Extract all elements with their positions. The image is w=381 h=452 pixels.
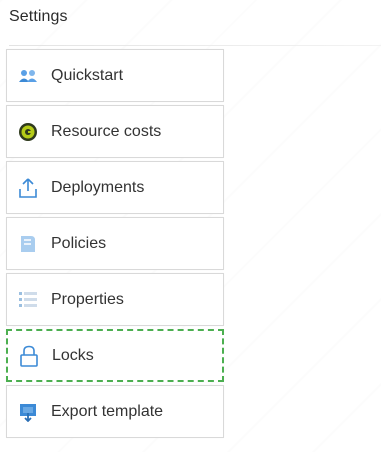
menu-item-quickstart[interactable]: Quickstart xyxy=(6,49,224,102)
settings-panel: Settings Quickstart Resource costs Deplo… xyxy=(0,0,381,452)
export-template-icon xyxy=(17,401,39,423)
menu-item-locks[interactable]: Locks xyxy=(6,329,224,382)
menu-item-export-template[interactable]: Export template xyxy=(6,385,224,438)
title-divider xyxy=(9,45,381,46)
menu-item-label: Export template xyxy=(51,402,164,420)
deployments-icon xyxy=(17,177,39,199)
menu-item-label: Properties xyxy=(51,290,124,308)
settings-menu: Quickstart Resource costs Deployments Po… xyxy=(6,49,224,441)
quickstart-icon xyxy=(17,65,39,87)
page-title: Settings xyxy=(9,8,68,25)
lock-icon xyxy=(18,345,40,367)
policies-icon xyxy=(17,233,39,255)
menu-item-deployments[interactable]: Deployments xyxy=(6,161,224,214)
properties-icon xyxy=(17,289,39,311)
menu-item-label: Quickstart xyxy=(51,66,124,84)
menu-item-policies[interactable]: Policies xyxy=(6,217,224,270)
menu-item-label: Resource costs xyxy=(51,122,162,140)
menu-item-label: Policies xyxy=(51,234,107,252)
resource-costs-icon xyxy=(17,121,39,143)
menu-item-properties[interactable]: Properties xyxy=(6,273,224,326)
menu-item-label: Locks xyxy=(52,346,94,364)
menu-item-resource-costs[interactable]: Resource costs xyxy=(6,105,224,158)
menu-item-label: Deployments xyxy=(51,178,145,196)
